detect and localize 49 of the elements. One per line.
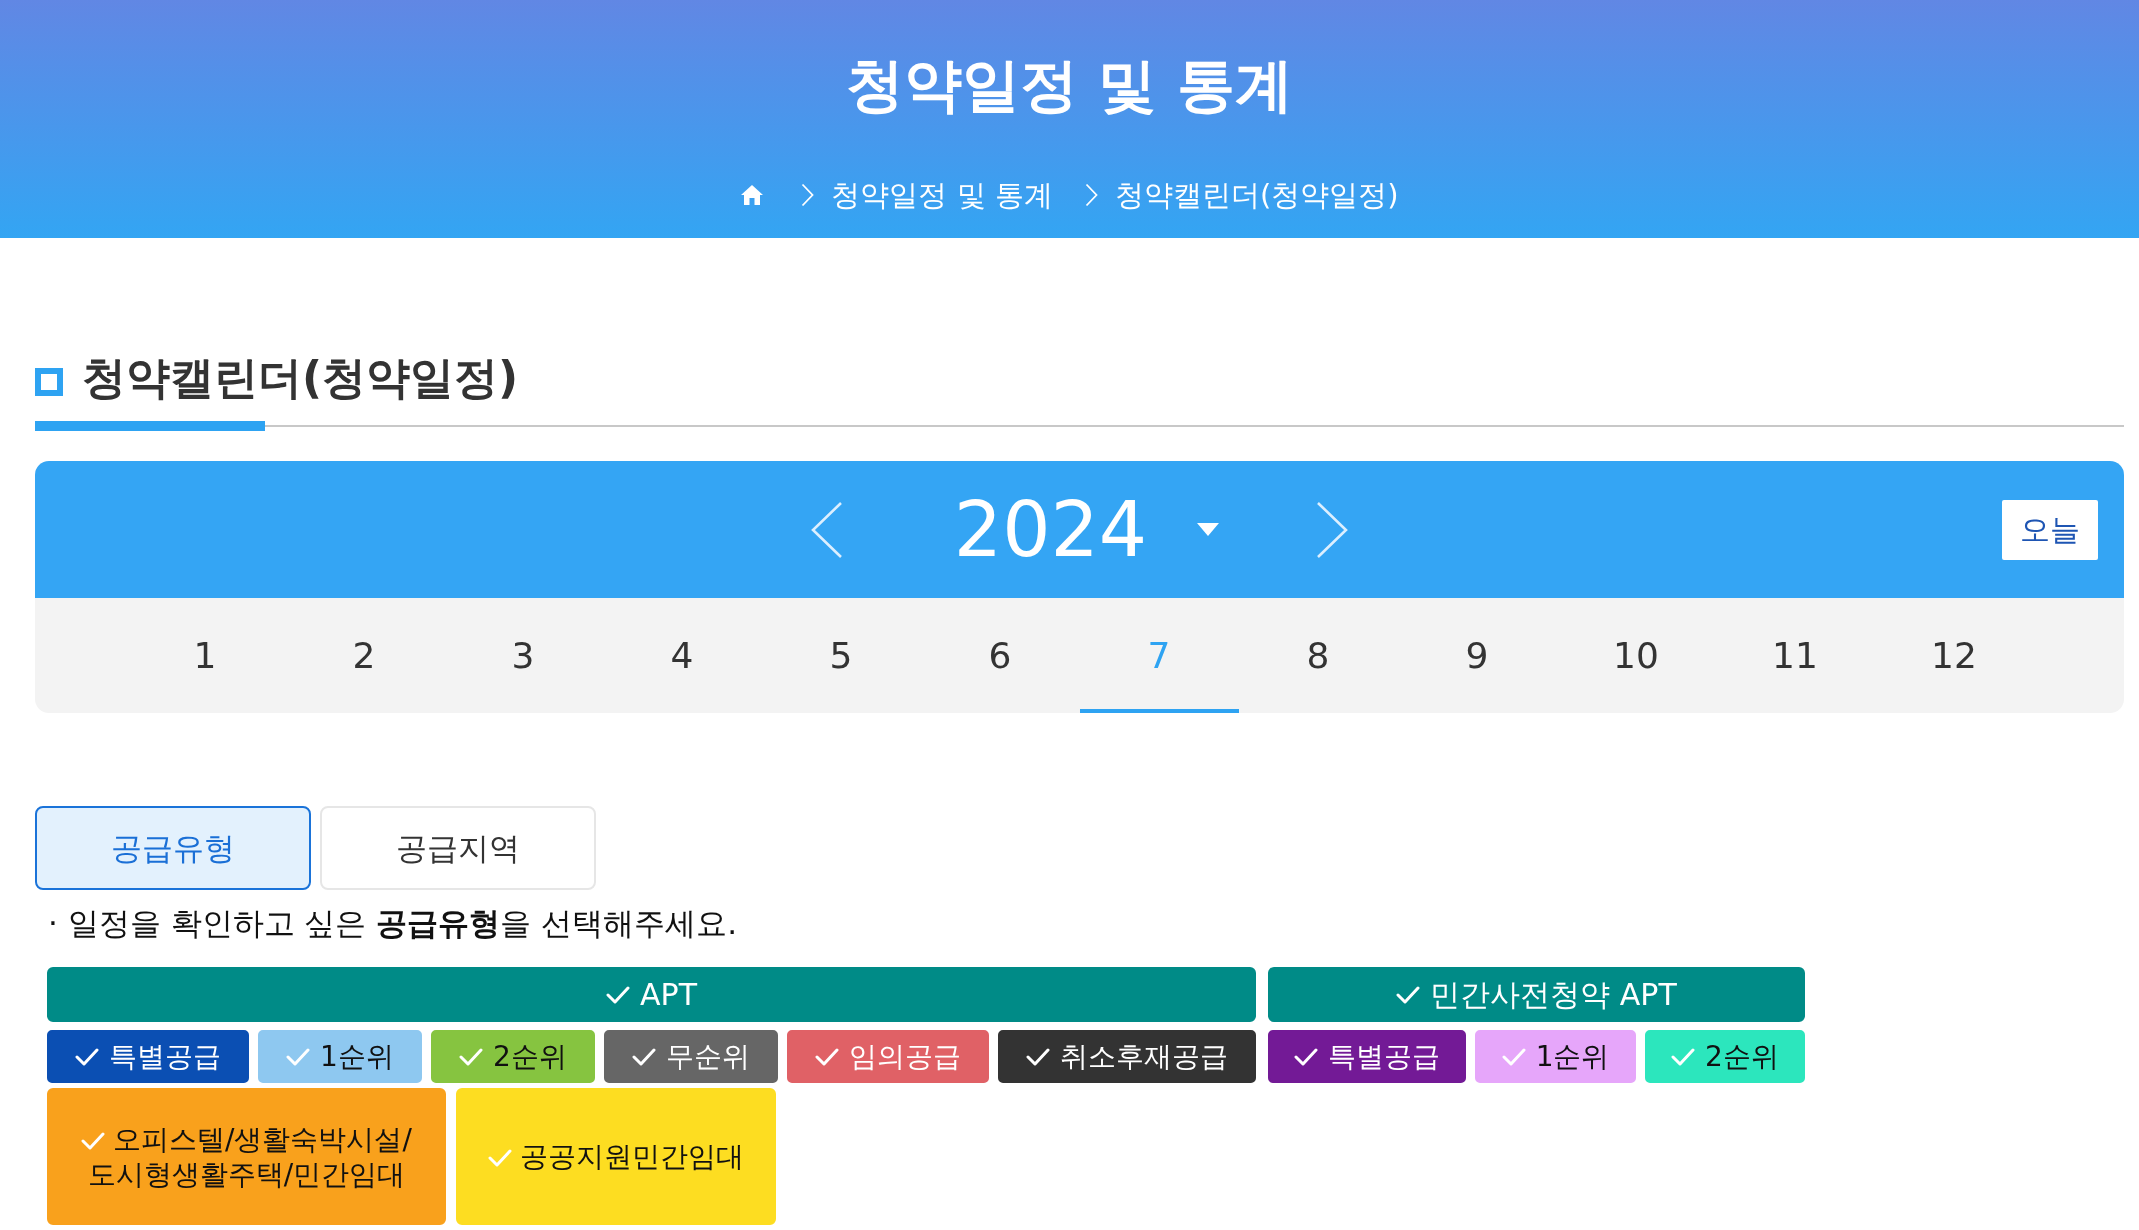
filter-button[interactable]: 공공지원민간임대 [456, 1088, 776, 1225]
chevron-left-icon[interactable] [809, 500, 844, 559]
tab[interactable]: 공급유형 [35, 806, 311, 890]
month-tab[interactable]: 3 [443, 598, 603, 713]
check-icon [1026, 1047, 1050, 1066]
filter-button[interactable]: 오피스텔/생활숙박시설/도시형생활주택/민간임대 [47, 1088, 446, 1225]
month-tab[interactable]: 4 [602, 598, 762, 713]
instruction-text: · 일정을 확인하고 싶은 공급유형을 선택해주세요. [48, 904, 738, 943]
filter-button[interactable]: 취소후재공급 [997, 1030, 1257, 1083]
tab[interactable]: 공급지역 [320, 806, 596, 890]
month-tab[interactable]: 2 [284, 598, 444, 713]
month-tab[interactable]: 11 [1715, 598, 1875, 713]
filter-button[interactable]: 특별공급 [47, 1030, 250, 1083]
check-icon [814, 1047, 839, 1066]
month-tab[interactable]: 5 [761, 598, 921, 713]
check-icon [1501, 1047, 1526, 1066]
chevron-right-icon [1084, 183, 1098, 207]
filter-button[interactable]: 2순위 [430, 1030, 595, 1083]
check-icon [606, 985, 630, 1004]
check-icon [488, 1149, 512, 1167]
check-icon [75, 1047, 100, 1066]
month-tab[interactable]: 9 [1397, 598, 1557, 713]
check-icon [459, 1047, 483, 1066]
month-tab[interactable]: 1 [125, 598, 285, 713]
filter-group-button[interactable]: 민간사전청약 APT [1268, 967, 1805, 1022]
check-icon [1396, 985, 1421, 1004]
month-tab[interactable]: 10 [1556, 598, 1716, 713]
filter-button[interactable]: 1순위 [1475, 1030, 1636, 1083]
check-icon [286, 1047, 311, 1066]
filter-button[interactable]: 2순위 [1644, 1030, 1805, 1083]
filter-group-button[interactable]: APT [47, 967, 1256, 1022]
filter-button[interactable]: 무순위 [603, 1030, 778, 1083]
square-icon [35, 368, 63, 396]
today-button[interactable]: 오늘 [2002, 499, 2098, 560]
check-icon [1294, 1047, 1319, 1066]
chevron-right-icon [801, 183, 815, 207]
month-tab[interactable]: 12 [1874, 598, 2034, 713]
filter-button[interactable]: 특별공급 [1268, 1030, 1467, 1083]
check-icon [81, 1131, 106, 1150]
check-icon [1670, 1047, 1695, 1066]
home-icon[interactable] [740, 184, 765, 206]
chevron-right-icon[interactable] [1315, 500, 1350, 559]
filter-button[interactable]: 1순위 [258, 1030, 422, 1083]
month-tab[interactable]: 6 [920, 598, 1080, 713]
month-tab[interactable]: 8 [1238, 598, 1398, 713]
check-icon [631, 1047, 656, 1066]
section-title: 청약캘린더(청약일정) [82, 351, 519, 405]
page-title: 청약일정 및 통계 [845, 50, 1294, 121]
caret-down-icon [1197, 523, 1220, 536]
